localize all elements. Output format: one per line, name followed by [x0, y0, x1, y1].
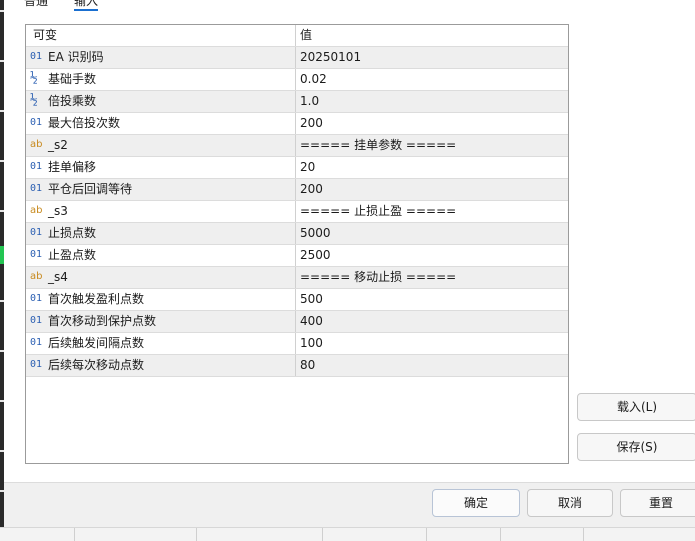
dialog-footer: 确定 取消 重置 — [4, 482, 695, 528]
table-row[interactable]: ½ 基础手数 0.02 — [26, 69, 568, 91]
value-cell[interactable]: 20 — [300, 157, 315, 177]
variable-name: _s2 — [48, 138, 68, 152]
value-cell[interactable]: 200 — [300, 113, 323, 133]
input-parameters-table: 可变 值 01 EA 识别码 20250101 ½ 基础手数 0.02 ½ 倍投乘数 1.0 01… — [25, 24, 569, 464]
variable-cell[interactable]: 01 首次触发盈利点数 — [26, 289, 296, 310]
variable-name: 首次移动到保护点数 — [48, 314, 157, 328]
variable-name: 平仓后回调等待 — [48, 182, 133, 196]
column-header-variable[interactable]: 可变 — [33, 25, 57, 45]
table-row[interactable]: ab _s2 ===== 挂单参数 ===== — [26, 135, 568, 157]
variable-cell[interactable]: ab _s3 — [26, 201, 296, 222]
integer-type-icon: 01 — [30, 249, 43, 260]
variable-cell[interactable]: 01 首次移动到保护点数 — [26, 311, 296, 332]
table-row[interactable]: 01 首次移动到保护点数 400 — [26, 311, 568, 333]
double-type-icon: ½ — [30, 93, 38, 108]
string-type-icon: ab — [30, 205, 43, 216]
variable-name: 基础手数 — [48, 72, 97, 86]
variable-name: 最大倍投次数 — [48, 116, 121, 130]
background-status-strip — [0, 527, 695, 541]
integer-type-icon: 01 — [30, 227, 43, 238]
value-cell[interactable]: ===== 止损止盈 ===== — [300, 201, 456, 221]
table-row[interactable]: 01 挂单偏移 20 — [26, 157, 568, 179]
value-cell[interactable]: 1.0 — [300, 91, 319, 111]
variable-name: 后续每次移动点数 — [48, 358, 145, 372]
value-cell[interactable]: 80 — [300, 355, 315, 375]
value-cell[interactable]: 200 — [300, 179, 323, 199]
ok-button[interactable]: 确定 — [432, 489, 520, 517]
table-row[interactable]: 01 最大倍投次数 200 — [26, 113, 568, 135]
integer-type-icon: 01 — [30, 183, 43, 194]
table-header: 可变 值 — [26, 25, 568, 47]
cancel-button[interactable]: 取消 — [527, 489, 613, 517]
table-row[interactable]: ab _s3 ===== 止损止盈 ===== — [26, 201, 568, 223]
load-button[interactable]: 载入(L) — [577, 393, 695, 421]
variable-cell[interactable]: 01 止损点数 — [26, 223, 296, 244]
value-cell[interactable]: ===== 移动止损 ===== — [300, 267, 456, 287]
tab-inputs[interactable]: 输入 — [74, 0, 99, 11]
variable-name: _s4 — [48, 270, 68, 284]
integer-type-icon: 01 — [30, 359, 43, 370]
table-row[interactable]: ½ 倍投乘数 1.0 — [26, 91, 568, 113]
variable-cell[interactable]: 01 EA 识别码 — [26, 47, 296, 68]
value-cell[interactable]: 400 — [300, 311, 323, 331]
variable-name: EA 识别码 — [48, 50, 104, 64]
tab-common[interactable]: 普通 — [24, 0, 48, 8]
variable-cell[interactable]: ab _s2 — [26, 135, 296, 156]
value-cell[interactable]: 5000 — [300, 223, 331, 243]
variable-name: 止盈点数 — [48, 248, 97, 262]
table-row[interactable]: 01 平仓后回调等待 200 — [26, 179, 568, 201]
variable-cell[interactable]: ab _s4 — [26, 267, 296, 288]
integer-type-icon: 01 — [30, 293, 43, 304]
integer-type-icon: 01 — [30, 315, 43, 326]
variable-cell[interactable]: 01 后续每次移动点数 — [26, 355, 296, 376]
value-cell[interactable]: 2500 — [300, 245, 331, 265]
reset-button[interactable]: 重置 — [620, 489, 695, 517]
variable-name: 倍投乘数 — [48, 94, 97, 108]
table-row[interactable]: 01 止损点数 5000 — [26, 223, 568, 245]
variable-cell[interactable]: ½ 倍投乘数 — [26, 91, 296, 112]
variable-name: 挂单偏移 — [48, 160, 97, 174]
table-row[interactable]: 01 首次触发盈利点数 500 — [26, 289, 568, 311]
variable-cell[interactable]: 01 挂单偏移 — [26, 157, 296, 178]
table-row[interactable]: ab _s4 ===== 移动止损 ===== — [26, 267, 568, 289]
value-cell[interactable]: 100 — [300, 333, 323, 353]
column-header-value[interactable]: 值 — [300, 25, 312, 45]
variable-name: 止损点数 — [48, 226, 97, 240]
table-row[interactable]: 01 EA 识别码 20250101 — [26, 47, 568, 69]
string-type-icon: ab — [30, 139, 43, 150]
table-row[interactable]: 01 后续每次移动点数 80 — [26, 355, 568, 377]
save-button[interactable]: 保存(S) — [577, 433, 695, 461]
string-type-icon: ab — [30, 271, 43, 282]
value-cell[interactable]: 500 — [300, 289, 323, 309]
double-type-icon: ½ — [30, 71, 38, 86]
variable-name: _s3 — [48, 204, 68, 218]
variable-cell[interactable]: 01 后续触发间隔点数 — [26, 333, 296, 354]
value-cell[interactable]: 20250101 — [300, 47, 361, 67]
table-row[interactable]: 01 止盈点数 2500 — [26, 245, 568, 267]
value-cell[interactable]: ===== 挂单参数 ===== — [300, 135, 456, 155]
variable-name: 后续触发间隔点数 — [48, 336, 145, 350]
variable-cell[interactable]: 01 止盈点数 — [26, 245, 296, 266]
integer-type-icon: 01 — [30, 161, 43, 172]
value-cell[interactable]: 0.02 — [300, 69, 327, 89]
integer-type-icon: 01 — [30, 51, 43, 62]
integer-type-icon: 01 — [30, 117, 43, 128]
variable-cell[interactable]: ½ 基础手数 — [26, 69, 296, 90]
variable-cell[interactable]: 01 最大倍投次数 — [26, 113, 296, 134]
table-row[interactable]: 01 后续触发间隔点数 100 — [26, 333, 568, 355]
ea-properties-dialog: 普通 输入 可变 值 01 EA 识别码 20250101 ½ 基础手数 0.02 ½ 倍投乘… — [4, 0, 695, 528]
integer-type-icon: 01 — [30, 337, 43, 348]
variable-name: 首次触发盈利点数 — [48, 292, 145, 306]
variable-cell[interactable]: 01 平仓后回调等待 — [26, 179, 296, 200]
